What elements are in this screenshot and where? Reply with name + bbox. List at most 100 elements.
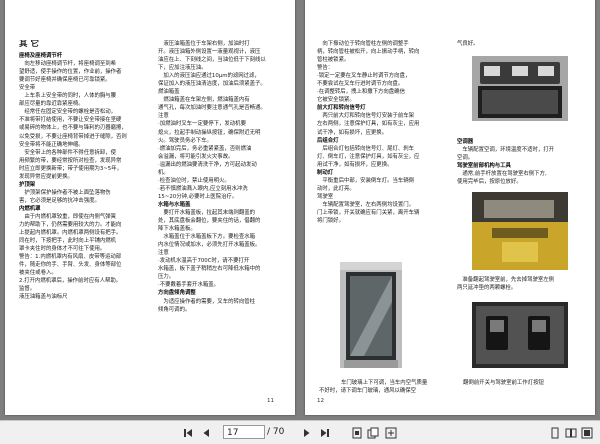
text-line: 水箱盖，板下盖子稍稍左右可降低水箱中的 <box>158 266 261 273</box>
next-page-icon[interactable] <box>300 426 314 439</box>
text-line: 用频繁的带，要经常按所对检查，发现异常 <box>19 157 122 164</box>
right-page-column-1: 向下振动位于转向管柱左侧的调整手 柄，转向管柱被松开，向上振动手柄，转向 管柱被锁紧… <box>317 40 439 225</box>
left-page-column-1: 其 它座椅及座椅调节杆 向左移动座椅调节杆，将座椅调至到希 望舒适，使手操作的位置… <box>19 40 141 302</box>
text-line: 加入的液压油应通过10μm的滤网过滤， <box>158 73 260 80</box>
text-line: 平衡重后中部，安装倒车灯。当车辆倒 <box>317 177 415 184</box>
text-line: 后组合灯包括转向信号灯、尾灯、刹车 <box>317 145 415 152</box>
text-line: 发现异常应提前更换。 <box>19 173 73 180</box>
text-line: 望舒适，使手操作的位置，作业前，操作者 <box>19 69 122 76</box>
text-line: 两只前大灯和转向信号灯安装于前车架 <box>317 113 415 120</box>
text-line: 准备翻起驾驶室前，先去掉驾驶室左侧 <box>457 277 555 283</box>
text-line: 保证加入的液压油清洁度，加油后须紧盖子。 <box>158 81 266 88</box>
text-line: 管柱被锁紧。 <box>317 57 350 64</box>
text-line: ·锁定一定要在叉车静止时调节方向盘， <box>317 73 411 80</box>
copy-page-icon[interactable] <box>366 426 380 439</box>
text-line: 上车系上安全带的同时，人体的胸与腰 <box>19 93 117 100</box>
door-photo-caption-line1: 车门玻璃上下可调，当车内空气质量 <box>341 380 428 386</box>
text-line: 倾角可调的。 <box>158 306 191 313</box>
text-line: ·在调整转后，拽上和撒下方向盘确信 <box>317 89 405 96</box>
text-line: ·发动机水温高于700C时，请不要打开 <box>158 258 250 265</box>
text-line: 油应在上、下刻线之间，当油位低于下刻线以 <box>158 57 266 64</box>
fit-page-icon[interactable] <box>384 426 398 439</box>
text-line: 通气孔，每次加油时要注意通气孔是否畅通。 <box>158 105 266 112</box>
text-line: 火。驾驶员务必下车。 <box>158 137 212 144</box>
viewer-toolbar: 17 / 70 <box>0 420 600 444</box>
section-heading: 内燃机罩 <box>19 205 41 212</box>
text-line: 同在时，下按把手，此时向上平铺内燃机 <box>19 238 117 245</box>
text-line: 开。液压油箱外侧设置一液量观视计，液压 <box>158 49 261 56</box>
section-heading: 驾驶室前部机构与工具 <box>457 163 511 170</box>
section-heading: 前大灯和转向信号灯 <box>317 105 366 112</box>
text-line: 2.打开内燃机罩后，操作前时应有人帮助。 <box>19 278 122 285</box>
right-page-column-2-middle: 空调器 车辆配置空调，环境温度不适时，打开 空调。 驾驶室前部机构与工具 通常,前手… <box>457 138 579 186</box>
right-page-column-2-lower: 准备翻起驾驶室前，先去掉驾驶室左侧 两只延冲垫的两颗螺栓。 <box>457 276 579 292</box>
text-line: ·若不慎燃油溅入眼内,应立刻用水冲洗 <box>158 185 248 192</box>
left-page-column-2: 液压油箱盖位于车架右侧，加油时打开。液压油箱外侧设置一液量观视计，液压 油应在上、… <box>158 40 280 314</box>
text-line: 护顶架保护操作者不被上面坠落物伤 <box>19 189 111 196</box>
bookmark-page-icon[interactable] <box>350 426 364 439</box>
text-line: 空调。 <box>457 155 474 162</box>
text-line: 液压油箱盖与油标尺 <box>19 294 68 301</box>
section-heading: 水箱与水箱盖 <box>158 201 191 208</box>
text-line: 车辆配置空调，环境温度不适时，打开 <box>457 147 555 154</box>
text-line: 要调节好座椅并确保座椅已可靠锁紧。 <box>19 77 111 84</box>
single-page-icon[interactable] <box>548 426 562 439</box>
text-line: 两只延冲垫的两颗螺栓。 <box>457 285 517 292</box>
text-line: 害，它必须是足够的抗冲击强度。 <box>19 197 100 204</box>
text-line: 监督。 <box>19 286 36 293</box>
text-line: ·不要戴着手套开水箱盖。 <box>158 282 220 289</box>
text-line: 罩卡夹住时的身体才不可往下使用。 <box>19 246 106 253</box>
text-line: 部应尽量的靠近靠紧座椅。 <box>19 101 84 108</box>
text-line: 通常,前手杆放置在驾驶室右侧下方, <box>457 171 547 178</box>
text-line: 下，应加注液压油。 <box>158 65 207 72</box>
text-line: 安全带将不能正确地伸缩。 <box>19 141 84 148</box>
text-line: 向左移动座椅调节杆，将座椅调至到希 <box>19 61 117 68</box>
text-line: 为适应操作者的需要，叉车的转向管柱 <box>158 298 256 305</box>
text-line: 上提起内燃机罩。内燃机罩两侧设有把手。 <box>19 230 122 237</box>
text-line: 15~20分钟,必要时上医院治疗。 <box>158 193 238 200</box>
text-line: 时应立即更换新带；带子使用期为3~5年， <box>19 165 123 172</box>
text-line: 使用完毕后，按原位放好。 <box>457 179 522 186</box>
text-line: 驾驶室 <box>317 193 334 200</box>
two-page-icon[interactable] <box>564 426 578 439</box>
right-page-column-2-top: 气良好。 <box>457 40 579 48</box>
text-line: 降下水箱盖板。 <box>158 226 196 233</box>
air-conditioner-photo <box>472 56 568 121</box>
first-page-icon[interactable] <box>181 426 195 439</box>
text-line: 燃油箱盖在车架左侧，燃油箱盖内有 <box>158 97 250 104</box>
text-line: 液压油箱盖位于车架右侧，加油时打 <box>158 41 250 47</box>
text-line: 车辆配置驾驶室，左右两侧均设置门， <box>317 201 415 208</box>
text-line: 会溢漏，将可能引发火灾事故。 <box>158 153 234 160</box>
text-line: 警告： <box>317 65 334 72</box>
section-heading: 其 它 <box>19 40 39 49</box>
cab-tools-photo <box>472 192 568 270</box>
prev-page-icon[interactable] <box>199 426 213 439</box>
section-heading: 座椅及座椅调节杆 <box>19 53 63 60</box>
document-viewer[interactable]: 其 它座椅及座椅调节杆 向左移动座椅调节杆，将座椅调至到希 望舒适，使手操作的位置… <box>0 0 600 420</box>
section-heading: 空调器 <box>457 139 474 145</box>
text-line: 件，随走你的手、手臂、头发、身体等部位 <box>19 262 122 269</box>
page-total: / 70 <box>267 427 285 437</box>
text-line: ·溢漏出的燃油要清洗干净，方可起动发动 <box>158 161 257 168</box>
text-line: 用试干净，如有损坏，应更换。 <box>317 161 393 168</box>
text-line: 熄火，拉起手制动操纵按钮，确保附近无明 <box>158 129 261 136</box>
last-page-icon[interactable] <box>318 426 332 439</box>
section-heading: 方向盘倾角调整 <box>158 290 196 297</box>
left-page-number: 11 <box>267 398 274 404</box>
text-line: 力的帮助下，仍然需要用较大的力。才能向 <box>19 222 122 229</box>
text-line: ·燃油加完后，务必重紧紧盖，否则燃油 <box>158 145 252 152</box>
right-page-number: 12 <box>317 398 324 404</box>
text-line: ·检查油位时，禁止使用明火。 <box>158 177 230 184</box>
text-line: 注意 <box>158 250 169 257</box>
text-line: 经常任在固定安全带的螺栓是否松动， <box>19 109 117 116</box>
text-line: 或易碎的物体上，也不要与锋利的刃器磨擦， <box>19 125 127 132</box>
text-line: 门上带锁，开关就确应有门关紧，离开车辆 <box>317 209 420 216</box>
text-line: 要打开水箱盖板，拉起其末端则翻盖的 <box>158 209 256 216</box>
page-number-input[interactable]: 17 <box>223 425 265 439</box>
text-line: 注意 <box>158 113 169 120</box>
fullscreen-icon[interactable] <box>580 426 594 439</box>
switches-photo-caption: 翻倒前开关与驾驶室前工作灯按钮 <box>463 380 544 386</box>
text-line: 处，其底盘板会翻位，要夹住的话，倡翻的 <box>158 218 261 225</box>
text-line: 以免受损，不要让座椅背带掉进于缝隙，否则 <box>19 133 127 140</box>
switches-photo <box>472 302 568 368</box>
